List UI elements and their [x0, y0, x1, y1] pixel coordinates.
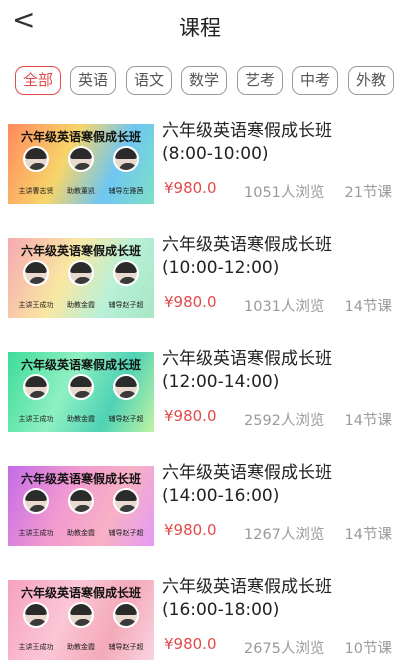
thumbnail-title: 六年级英语寒假成长班 — [20, 586, 141, 600]
teacher-name: 主讲曹志贤 — [18, 187, 54, 195]
course-title: 六年级英语寒假成长班 (12:00-14:00) — [162, 349, 332, 392]
teacher-name: 辅导左雅茜 — [108, 187, 144, 195]
view-count: 2592人浏览 — [244, 413, 325, 429]
tab-english[interactable]: 英语 — [70, 66, 116, 95]
category-tabs: 全部 英语 语文 数学 艺考 中考 外教 — [15, 66, 395, 96]
course-thumbnail: 六年级英语寒假成长班 主讲曹志贤 助教董凯 辅导左雅茜 — [8, 124, 154, 204]
tab-math[interactable]: 数学 — [181, 66, 227, 95]
course-item[interactable]: 六年级英语寒假成长班 主讲王成功 助教金霞 辅导赵子超 六年级英语寒假成长班 (… — [0, 235, 400, 350]
teacher-avatar — [113, 374, 139, 400]
view-count: 1031人浏览 — [244, 299, 325, 315]
thumbnail-title: 六年级英语寒假成长班 — [20, 472, 141, 486]
tab-all[interactable]: 全部 — [15, 66, 61, 95]
teacher-avatar — [113, 146, 139, 172]
tab-high-school-exam[interactable]: 中考 — [292, 66, 338, 95]
page-title: 课程 — [179, 16, 221, 40]
teacher-name: 主讲王成功 — [18, 301, 54, 309]
tab-chinese[interactable]: 语文 — [126, 66, 172, 95]
course-price: ¥980.0 — [164, 407, 217, 425]
teacher-avatar — [68, 602, 94, 628]
view-count: 1051人浏览 — [244, 185, 325, 201]
teacher-avatar — [23, 146, 49, 172]
course-price: ¥980.0 — [164, 179, 217, 197]
teacher-avatar — [113, 488, 139, 514]
lesson-count: 14节课 — [344, 299, 392, 315]
teacher-avatar — [23, 260, 49, 286]
course-price: ¥980.0 — [164, 521, 217, 539]
teacher-name: 助教金霞 — [67, 643, 95, 651]
lesson-count: 21节课 — [344, 185, 392, 201]
course-price: ¥980.0 — [164, 635, 217, 653]
teacher-avatar — [113, 602, 139, 628]
course-thumbnail: 六年级英语寒假成长班 主讲王成功 助教金霞 辅导赵子超 — [8, 238, 154, 318]
lesson-count: 14节课 — [344, 413, 392, 429]
view-count: 2675人浏览 — [244, 641, 325, 657]
course-price: ¥980.0 — [164, 293, 217, 311]
teacher-name: 助教金霞 — [67, 529, 95, 537]
tab-foreign-teacher[interactable]: 外教 — [348, 66, 394, 95]
course-item[interactable]: 六年级英语寒假成长班 主讲曹志贤 助教董凯 辅导左雅茜 六年级英语寒假成长班 (… — [0, 121, 400, 236]
teacher-name: 助教董凯 — [67, 187, 95, 195]
teacher-name: 主讲王成功 — [18, 529, 54, 537]
course-title: 六年级英语寒假成长班 (16:00-18:00) — [162, 577, 332, 620]
teacher-name: 助教金霞 — [67, 415, 95, 423]
teacher-name: 辅导赵子超 — [108, 529, 144, 537]
lesson-count: 10节课 — [344, 641, 392, 657]
teacher-avatar — [113, 260, 139, 286]
teacher-avatar — [68, 146, 94, 172]
teacher-name: 辅导赵子超 — [108, 415, 144, 423]
teacher-avatar — [23, 602, 49, 628]
course-thumbnail: 六年级英语寒假成长班 主讲王成功 助教金霞 辅导赵子超 — [8, 580, 154, 660]
teacher-avatar — [68, 374, 94, 400]
course-title: 六年级英语寒假成长班 (8:00-10:00) — [162, 121, 332, 164]
teacher-avatar — [23, 488, 49, 514]
course-item[interactable]: 六年级英语寒假成长班 主讲王成功 助教金霞 辅导赵子超 六年级英语寒假成长班 (… — [0, 577, 400, 667]
teacher-name: 助教金霞 — [67, 301, 95, 309]
course-thumbnail: 六年级英语寒假成长班 主讲王成功 助教金霞 辅导赵子超 — [8, 466, 154, 546]
teacher-name: 主讲王成功 — [18, 643, 54, 651]
tab-art-exam[interactable]: 艺考 — [237, 66, 283, 95]
view-count: 1267人浏览 — [244, 527, 325, 543]
course-title: 六年级英语寒假成长班 (10:00-12:00) — [162, 235, 332, 278]
course-item[interactable]: 六年级英语寒假成长班 主讲王成功 助教金霞 辅导赵子超 六年级英语寒假成长班 (… — [0, 349, 400, 464]
teacher-name: 辅导赵子超 — [108, 301, 144, 309]
course-title: 六年级英语寒假成长班 (14:00-16:00) — [162, 463, 332, 506]
thumbnail-title: 六年级英语寒假成长班 — [20, 358, 141, 372]
teacher-name: 辅导赵子超 — [108, 643, 144, 651]
teacher-avatar — [68, 488, 94, 514]
course-thumbnail: 六年级英语寒假成长班 主讲王成功 助教金霞 辅导赵子超 — [8, 352, 154, 432]
course-item[interactable]: 六年级英语寒假成长班 主讲王成功 助教金霞 辅导赵子超 六年级英语寒假成长班 (… — [0, 463, 400, 578]
thumbnail-title: 六年级英语寒假成长班 — [20, 244, 141, 258]
teacher-avatar — [68, 260, 94, 286]
teacher-avatar — [23, 374, 49, 400]
top-bar: < 课程 — [0, 0, 400, 50]
teacher-name: 主讲王成功 — [18, 415, 54, 423]
thumbnail-title: 六年级英语寒假成长班 — [20, 130, 141, 144]
lesson-count: 14节课 — [344, 527, 392, 543]
